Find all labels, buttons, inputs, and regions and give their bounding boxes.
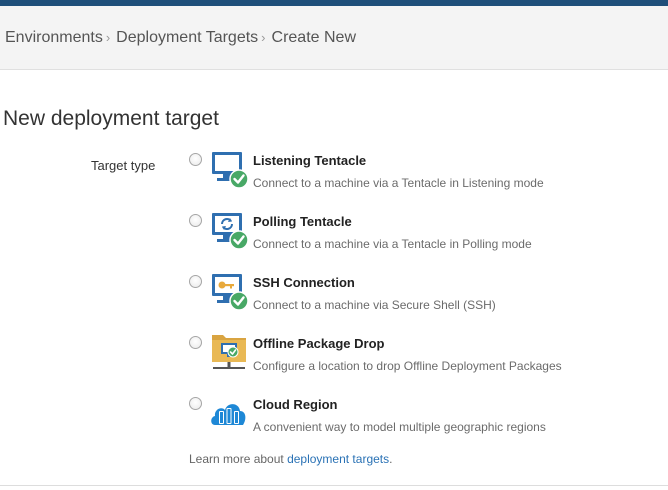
monitor-refresh-check-icon (209, 210, 249, 250)
learn-more-text: Learn more about deployment targets. (189, 452, 392, 466)
monitor-key-check-icon (209, 271, 249, 311)
option-title: Polling Tentacle (253, 214, 352, 229)
radio-ssh-connection[interactable] (189, 275, 202, 288)
divider (0, 485, 668, 486)
breadcrumb: Environments › Deployment Targets › Crea… (0, 6, 668, 70)
option-listening-tentacle[interactable]: Listening Tentacle Connect to a machine … (189, 152, 659, 203)
deployment-targets-link[interactable]: deployment targets (287, 452, 389, 466)
option-title: Listening Tentacle (253, 153, 367, 168)
learn-more-suffix: . (389, 452, 393, 466)
option-offline-package-drop[interactable]: Offline Package Drop Configure a locatio… (189, 335, 659, 386)
radio-listening-tentacle[interactable] (189, 153, 202, 166)
option-description: Connect to a machine via a Tentacle in P… (253, 237, 532, 251)
option-description: Connect to a machine via a Tentacle in L… (253, 176, 544, 190)
option-title: Cloud Region (253, 397, 338, 412)
cloud-servers-icon (209, 393, 249, 433)
option-title: Offline Package Drop (253, 336, 385, 351)
option-title: SSH Connection (253, 275, 355, 290)
option-description: A convenient way to model multiple geogr… (253, 420, 546, 434)
target-type-label: Target type (91, 158, 156, 173)
option-description: Connect to a machine via Secure Shell (S… (253, 298, 496, 312)
option-description: Configure a location to drop Offline Dep… (253, 359, 562, 373)
radio-cloud-region[interactable] (189, 397, 202, 410)
monitor-check-icon (209, 149, 249, 189)
folder-monitor-check-icon (209, 332, 249, 372)
option-cloud-region[interactable]: Cloud Region A convenient way to model m… (189, 397, 659, 447)
radio-polling-tentacle[interactable] (189, 214, 202, 227)
breadcrumb-separator: › (261, 30, 266, 45)
breadcrumb-create-new: Create New (271, 28, 356, 46)
learn-more-prefix: Learn more about (189, 452, 288, 466)
breadcrumb-separator: › (105, 30, 111, 45)
breadcrumb-environments[interactable]: Environments (5, 29, 103, 47)
page-title: New deployment target (3, 107, 219, 130)
option-polling-tentacle[interactable]: Polling Tentacle Connect to a machine vi… (189, 213, 659, 264)
radio-offline-package-drop[interactable] (189, 336, 202, 349)
option-ssh-connection[interactable]: SSH Connection Connect to a machine via … (189, 274, 659, 325)
breadcrumb-deployment-targets[interactable]: Deployment Targets (116, 29, 258, 47)
